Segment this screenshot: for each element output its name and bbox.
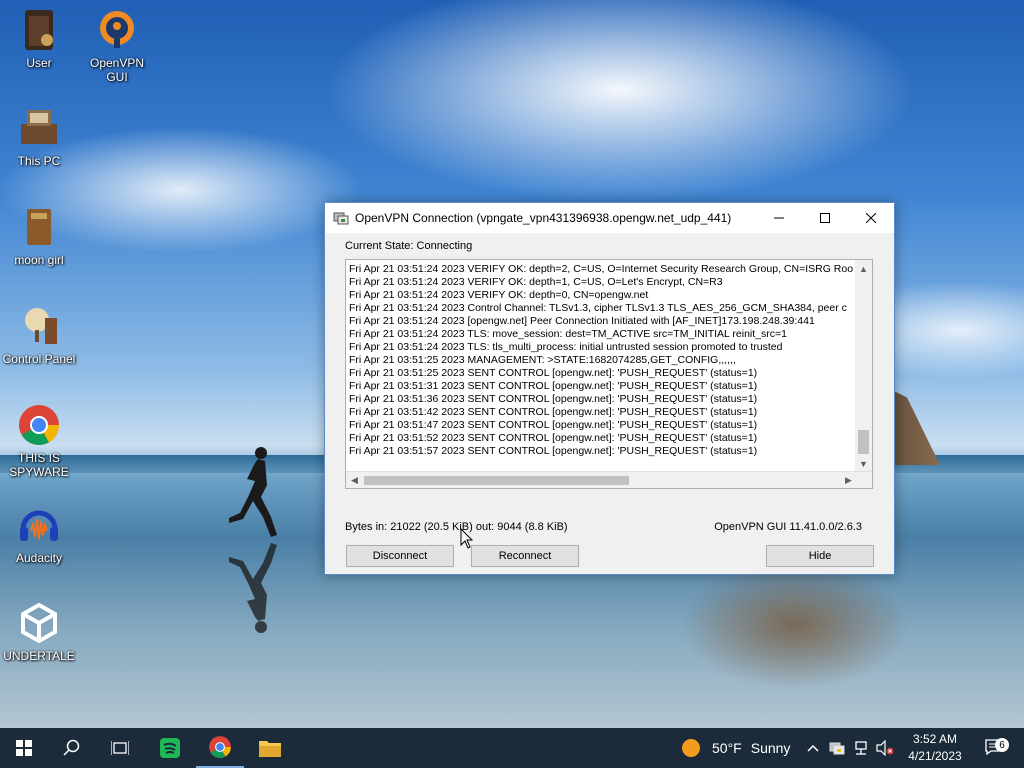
- system-clock[interactable]: 3:52 AM 4/21/2023: [896, 731, 974, 765]
- task-view-icon: [111, 741, 129, 755]
- network-icon: [855, 741, 867, 755]
- notification-count-badge: 6: [995, 738, 1009, 752]
- taskbar-app-spotify[interactable]: [146, 728, 194, 768]
- taskbar: 50°F Sunny 3:52 AM 4/21/2023 6: [0, 728, 1024, 768]
- taskbar-app-chrome[interactable]: [196, 728, 244, 768]
- desktop-icon-label: Audacity: [15, 551, 63, 565]
- runner-silhouette: [229, 447, 277, 537]
- log-line: Fri Apr 21 03:51:36 2023 SENT CONTROL [o…: [349, 393, 758, 405]
- log-textbox[interactable]: Fri Apr 21 03:51:24 2023 VERIFY OK: dept…: [345, 259, 873, 489]
- folder-box-icon: [27, 209, 51, 245]
- mouse-cursor-icon: [460, 528, 474, 549]
- book-shelf-icon: [25, 10, 53, 50]
- desktop-icon-this-pc[interactable]: This PC: [0, 106, 78, 168]
- log-line: Fri Apr 21 03:51:25 2023 SENT CONTROL [o…: [349, 367, 758, 379]
- task-view-button[interactable]: [96, 728, 144, 768]
- rock-reflection: [680, 560, 910, 690]
- desktop-icon-label: User: [26, 56, 52, 70]
- desktop-icon-chrome[interactable]: THIS IS SPYWARE: [0, 403, 78, 479]
- weather-temperature: 50°F: [712, 740, 742, 756]
- desktop-icon-label: moon girl: [14, 253, 64, 267]
- log-lines: Fri Apr 21 03:51:24 2023 VERIFY OK: dept…: [349, 263, 856, 460]
- desktop-icon-label: UNDERTALE: [3, 649, 75, 663]
- gui-version: OpenVPN GUI 11.41.0.0/2.6.3: [714, 521, 862, 533]
- unity-icon: [21, 602, 57, 644]
- tray-network[interactable]: [850, 728, 872, 768]
- scroll-down-icon[interactable]: ▼: [855, 455, 872, 472]
- windows-logo-icon: [16, 740, 32, 756]
- search-icon: [63, 739, 80, 756]
- computer-icon: [21, 110, 57, 144]
- log-line: Fri Apr 21 03:51:47 2023 SENT CONTROL [o…: [349, 419, 758, 431]
- clock-time: 3:52 AM: [912, 732, 958, 746]
- minimize-icon: [774, 217, 784, 219]
- disconnect-button[interactable]: Disconnect: [346, 545, 454, 567]
- log-line: Fri Apr 21 03:51:57 2023 SENT CONTROL [o…: [349, 445, 758, 457]
- tray-volume[interactable]: [874, 728, 896, 768]
- green-app-icon: [160, 738, 180, 758]
- log-line: Fri Apr 21 03:51:24 2023 VERIFY OK: dept…: [349, 276, 723, 288]
- chevron-up-icon: [807, 744, 819, 752]
- minimize-button[interactable]: [756, 203, 802, 233]
- show-hidden-icons-button[interactable]: [803, 728, 823, 768]
- desktop-icon-user[interactable]: User: [0, 8, 78, 70]
- volume-muted-icon: [876, 740, 894, 756]
- action-center-button[interactable]: 6: [980, 728, 1010, 768]
- desktop-icon-label: This PC: [17, 154, 61, 168]
- desktop-icon-openvpn[interactable]: OpenVPN GUI: [78, 8, 156, 84]
- desktop-icon-label: THIS IS SPYWARE: [9, 451, 69, 479]
- log-line: Fri Apr 21 03:51:24 2023 [opengw.net] Pe…: [349, 315, 815, 327]
- openvpn-icon: [100, 11, 134, 48]
- maximize-button[interactable]: [802, 203, 848, 233]
- scroll-left-icon[interactable]: ◀: [346, 472, 363, 488]
- desktop-icon-control-panel[interactable]: Control Panel: [0, 304, 78, 366]
- clock-date: 4/21/2023: [908, 749, 962, 763]
- log-line: Fri Apr 21 03:51:31 2023 SENT CONTROL [o…: [349, 380, 758, 392]
- openvpn-connection-window: OpenVPN Connection (vpngate_vpn431396938…: [324, 202, 895, 575]
- tray-openvpn[interactable]: [826, 728, 848, 768]
- chrome-icon: [209, 736, 231, 758]
- search-button[interactable]: [48, 728, 96, 768]
- chrome-icon: [19, 405, 59, 445]
- audacity-icon: [20, 510, 58, 541]
- window-titlebar[interactable]: OpenVPN Connection (vpngate_vpn431396938…: [325, 203, 894, 233]
- log-horizontal-scrollbar[interactable]: ◀ ▶: [346, 471, 872, 488]
- horizontal-scroll-thumb[interactable]: [364, 476, 629, 485]
- desktop-icon-audacity[interactable]: Audacity: [0, 503, 78, 565]
- window-title: OpenVPN Connection (vpngate_vpn431396938…: [355, 211, 732, 225]
- connection-state-label: Current State: Connecting: [345, 240, 473, 252]
- desktop-icon-label: OpenVPN GUI: [89, 56, 145, 84]
- log-line: Fri Apr 21 03:51:24 2023 TLS: move_sessi…: [349, 328, 787, 340]
- folder-icon: [259, 741, 281, 757]
- log-line: Fri Apr 21 03:51:24 2023 VERIFY OK: dept…: [349, 263, 854, 275]
- start-button[interactable]: [0, 728, 48, 768]
- log-line: Fri Apr 21 03:51:25 2023 MANAGEMENT: >ST…: [349, 354, 736, 366]
- log-vertical-scrollbar[interactable]: ▲ ▼: [855, 260, 872, 472]
- log-line: Fri Apr 21 03:51:24 2023 Control Channel…: [349, 302, 847, 314]
- log-line: Fri Apr 21 03:51:52 2023 SENT CONTROL [o…: [349, 432, 758, 444]
- desktop-icon-moon-girl[interactable]: moon girl: [0, 205, 78, 267]
- close-button[interactable]: [848, 203, 894, 233]
- taskbar-app-file-explorer[interactable]: [246, 728, 294, 768]
- desktop-icon-undertale[interactable]: UNDERTALE: [0, 601, 78, 663]
- sun-icon: [682, 739, 700, 757]
- weather-condition: Sunny: [750, 740, 791, 756]
- log-line: Fri Apr 21 03:51:24 2023 TLS: tls_multi_…: [349, 341, 783, 353]
- log-line: Fri Apr 21 03:51:24 2023 VERIFY OK: dept…: [349, 289, 649, 301]
- hide-button[interactable]: Hide: [766, 545, 874, 567]
- vpn-tray-icon: [829, 742, 845, 755]
- log-line: Fri Apr 21 03:51:42 2023 SENT CONTROL [o…: [349, 406, 758, 418]
- openvpn-window-icon: [333, 212, 349, 225]
- desktop-icon-label: Control Panel: [2, 352, 76, 366]
- scroll-up-icon[interactable]: ▲: [855, 260, 872, 277]
- bytes-transferred: Bytes in: 21022 (20.5 KiB) out: 9044 (8.…: [345, 521, 568, 533]
- runner-reflection: [229, 543, 277, 633]
- close-icon: [866, 213, 876, 223]
- vertical-scroll-thumb[interactable]: [858, 430, 869, 454]
- reconnect-button[interactable]: Reconnect: [471, 545, 579, 567]
- weather-widget[interactable]: 50°F Sunny: [676, 728, 796, 768]
- scroll-right-icon[interactable]: ▶: [840, 472, 857, 488]
- maximize-icon: [820, 213, 830, 223]
- lamp-icon: [25, 308, 57, 344]
